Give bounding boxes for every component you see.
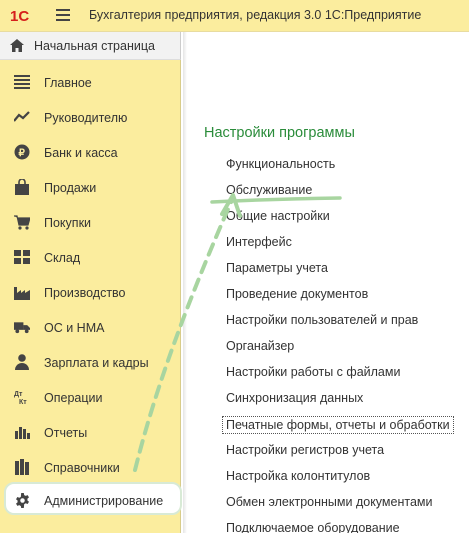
sidebar-item-label: ОС и НМА xyxy=(44,321,105,335)
home-page-label: Начальная страница xyxy=(34,39,155,53)
section-title: Настройки программы xyxy=(204,125,355,141)
sidebar-item-reports[interactable]: Отчеты xyxy=(0,414,181,449)
sidebar-item-label: Справочники xyxy=(44,461,120,475)
link-edi-exchange[interactable]: Обмен электронными документами xyxy=(226,495,432,509)
link-maintenance[interactable]: Обслуживание xyxy=(226,183,312,197)
link-print-forms[interactable]: Печатные формы, отчеты и обработки xyxy=(222,416,454,434)
maintenance-underline xyxy=(210,196,342,204)
sidebar-item-label: Операции xyxy=(44,391,103,405)
sidebar-item-catalogs[interactable]: Справочники xyxy=(0,449,181,484)
link-functionality[interactable]: Функциональность xyxy=(226,157,335,171)
sidebar-item-sales[interactable]: Продажи xyxy=(0,169,181,204)
link-connected-equipment[interactable]: Подключаемое оборудование xyxy=(226,521,400,533)
sidebar-item-label: Продажи xyxy=(44,181,97,195)
svg-text:₽: ₽ xyxy=(19,148,26,159)
sidebar-item-salary[interactable]: Зарплата и кадры xyxy=(0,344,181,379)
sidebar-item-label: Производство xyxy=(44,286,126,300)
link-interface[interactable]: Интерфейс xyxy=(226,235,292,249)
link-document-posting[interactable]: Проведение документов xyxy=(226,287,368,301)
app-title: Бухгалтерия предприятия, редакция 3.0 1С… xyxy=(89,8,422,22)
menu-lines-icon xyxy=(14,74,30,90)
sidebar-item-label: Покупки xyxy=(44,216,92,230)
sidebar-item-label: Банк и касса xyxy=(44,146,118,160)
content-divider xyxy=(183,32,187,533)
link-header-footer[interactable]: Настройка колонтитулов xyxy=(226,469,370,483)
warehouse-grid-icon xyxy=(14,249,30,265)
app-window: 1С Бухгалтерия предприятия, редакция 3.0… xyxy=(0,0,469,533)
link-data-sync[interactable]: Синхронизация данных xyxy=(226,391,363,405)
content-header xyxy=(181,32,469,60)
svg-text:Кт: Кт xyxy=(19,399,27,405)
trend-chart-icon xyxy=(14,109,30,125)
ruble-coin-icon: ₽ xyxy=(14,144,30,160)
sidebar-item-label: Главное xyxy=(44,76,92,90)
sidebar-item-manager[interactable]: Руководителю xyxy=(0,99,181,134)
person-icon xyxy=(14,354,30,370)
home-page-tab[interactable]: Начальная страница xyxy=(0,32,181,60)
link-general-settings[interactable]: Общие настройки xyxy=(226,209,330,223)
main-menu-icon[interactable] xyxy=(56,9,70,21)
link-user-settings[interactable]: Настройки пользователей и прав xyxy=(226,313,418,327)
sidebar-item-warehouse[interactable]: Склад xyxy=(0,239,181,274)
link-organizer[interactable]: Органайзер xyxy=(226,339,294,353)
sidebar-item-label: Склад xyxy=(44,251,81,265)
debit-credit-icon: Дт Кт xyxy=(14,389,30,405)
title-bar: 1С Бухгалтерия предприятия, редакция 3.0… xyxy=(0,0,469,32)
sidebar-item-label: Руководителю xyxy=(44,111,128,125)
sidebar-item-administration[interactable]: Администрирование xyxy=(0,480,182,515)
link-accounting-parameters[interactable]: Параметры учета xyxy=(226,261,328,275)
shopping-bag-icon xyxy=(14,179,30,195)
sidebar-item-purchases[interactable]: Покупки xyxy=(0,204,181,239)
sidebar-item-main[interactable]: Главное xyxy=(0,64,181,99)
factory-icon xyxy=(14,284,30,300)
sidebar: Главное Руководителю ₽ Банк и касса Прод… xyxy=(0,60,182,533)
sidebar-item-label: Зарплата и кадры xyxy=(44,356,149,370)
bar-chart-icon xyxy=(14,424,30,440)
logo-text: 1С xyxy=(10,8,29,25)
sidebar-item-production[interactable]: Производство xyxy=(0,274,181,309)
1c-logo-icon: 1С xyxy=(10,8,29,25)
link-file-settings[interactable]: Настройки работы с файлами xyxy=(226,365,400,379)
sidebar-item-operations[interactable]: Дт Кт Операции xyxy=(0,379,181,414)
sidebar-item-assets[interactable]: ОС и НМА xyxy=(0,309,181,344)
sidebar-item-label: Администрирование xyxy=(44,494,164,508)
books-icon xyxy=(14,459,30,475)
link-registers-settings[interactable]: Настройки регистров учета xyxy=(226,443,384,457)
home-icon xyxy=(10,39,24,52)
sidebar-item-bank[interactable]: ₽ Банк и касса xyxy=(0,134,181,169)
truck-icon xyxy=(14,319,30,335)
gear-icon xyxy=(14,492,30,508)
shopping-cart-icon xyxy=(14,214,30,230)
svg-text:Дт: Дт xyxy=(14,391,23,398)
sidebar-item-label: Отчеты xyxy=(44,426,88,440)
